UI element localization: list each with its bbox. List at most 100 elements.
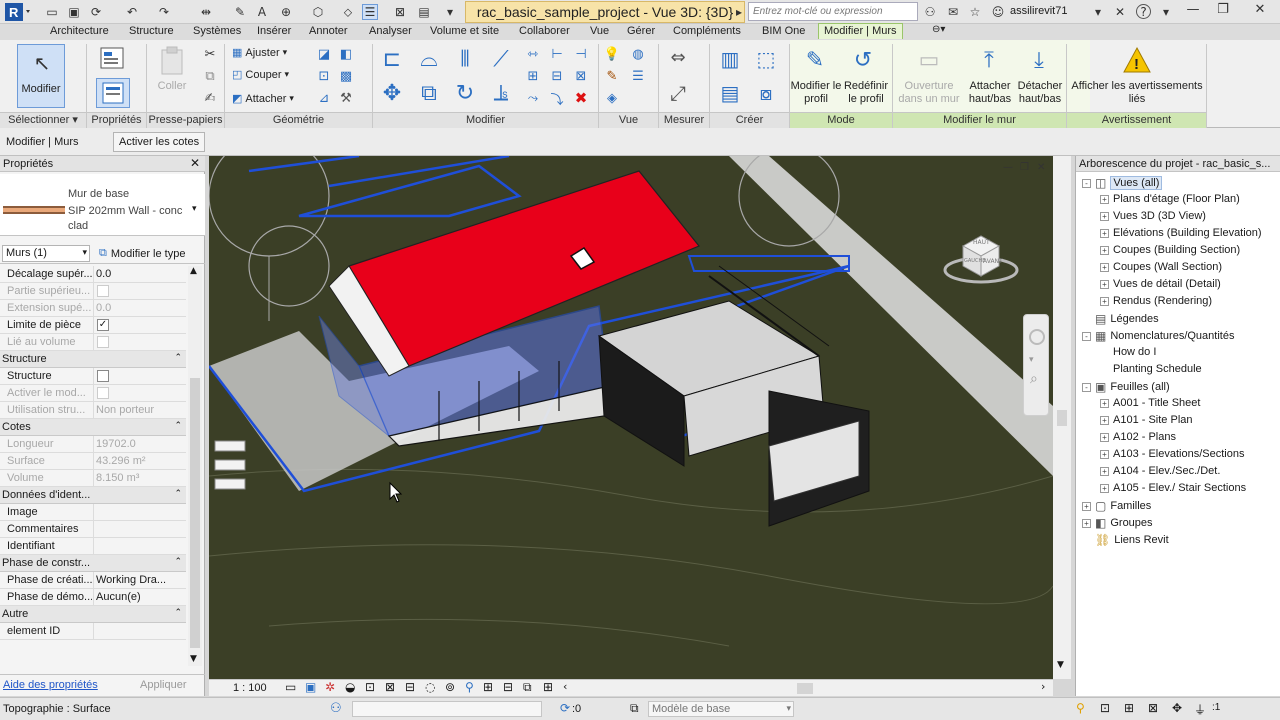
tab-annotate[interactable]: Annoter	[309, 25, 348, 37]
group-select-label[interactable]: Sélectionner ▾	[0, 112, 86, 128]
property-value[interactable]: 43.296 m²	[93, 453, 186, 469]
property-value[interactable]	[93, 504, 186, 520]
edit-type-button[interactable]: ⧉ Modifier le type	[96, 245, 188, 262]
cope-button[interactable]: ▦ Ajuster ▾	[232, 46, 287, 60]
expand-icon[interactable]: +	[1100, 449, 1109, 459]
thin-lines-icon[interactable]: ☰	[362, 4, 378, 20]
viewcube[interactable]: HAUT GAUCHE AVANT	[941, 228, 1021, 288]
attach-top-base-label[interactable]: Attacher haut/bas	[962, 80, 1018, 106]
trim-multi-icon[interactable]: ⤳	[524, 90, 542, 106]
checkbox[interactable]	[97, 336, 109, 348]
browser-item[interactable]: + Plans d'étage (Floor Plan)	[1100, 193, 1240, 205]
browser-item[interactable]: + A102 - Plans	[1100, 431, 1176, 443]
property-value[interactable]: 8.150 m³	[93, 470, 186, 486]
tab-architecture[interactable]: Architecture	[50, 25, 109, 37]
collapse-icon[interactable]: -	[1082, 178, 1091, 188]
array-icon[interactable]: ⊞	[524, 68, 542, 84]
worksets-icon[interactable]: ⚇	[330, 701, 342, 716]
browser-item[interactable]: - ◫ Vues (all)	[1082, 176, 1163, 190]
vscroll-thumb[interactable]	[1057, 410, 1067, 426]
collapse-icon[interactable]: -	[1082, 382, 1091, 392]
property-section[interactable]: Phase de constr... ⌃	[0, 555, 186, 572]
wall-opening-label[interactable]: Ouverture dans un mur	[896, 80, 962, 106]
detach-top-base-icon[interactable]: ⤓	[1024, 46, 1054, 74]
expand-icon[interactable]: +	[1100, 415, 1109, 425]
view-scale[interactable]: 1 : 100	[233, 682, 267, 694]
qat-dropdown-icon[interactable]: ▾	[442, 4, 458, 20]
property-section[interactable]: Cotes ⌃	[0, 419, 186, 436]
close-icon[interactable]: ✕	[1242, 0, 1278, 18]
title-dropdown-icon[interactable]: ▸	[731, 4, 747, 20]
element-filter-select[interactable]: Murs (1) ▾	[2, 245, 90, 262]
activate-dimensions-button[interactable]: Activer les cotes	[113, 132, 206, 152]
expand-icon[interactable]: +	[1100, 194, 1109, 204]
browser-item[interactable]: - ▣ Feuilles (all)	[1082, 380, 1170, 394]
scroll-down-icon[interactable]: ▼	[190, 654, 197, 664]
align-dim-icon[interactable]: ✎	[232, 4, 248, 20]
mirror-axis-icon[interactable]: ⫴	[450, 46, 480, 72]
search-input[interactable]: Entrez mot-clé ou expression	[748, 2, 918, 21]
active-workset-select[interactable]	[352, 701, 542, 717]
type-properties-icon[interactable]	[96, 46, 130, 72]
redo-icon[interactable]: ↷	[156, 4, 172, 20]
browser-item[interactable]: + A105 - Elev./ Stair Sections	[1100, 482, 1246, 494]
override-graphics-icon[interactable]: ◍	[630, 46, 646, 62]
property-value[interactable]: Aucun(e)	[93, 589, 186, 605]
wall-joins-icon[interactable]: ⊡	[316, 68, 332, 84]
expand-icon[interactable]: +	[1100, 245, 1109, 255]
collapse-icon[interactable]: -	[1082, 331, 1091, 341]
browser-item[interactable]: + ◧ Groupes	[1082, 516, 1153, 530]
collapse-chevron-icon[interactable]: ⌃	[174, 352, 182, 363]
create-group-icon[interactable]: ⬚	[752, 46, 780, 72]
wall-opening-icon[interactable]: ▭	[914, 46, 944, 74]
browser-item[interactable]: + Rendus (Rendering)	[1100, 295, 1212, 307]
help-dropdown-icon[interactable]: ▾	[1158, 4, 1174, 20]
tab-analyze[interactable]: Analyser	[369, 25, 412, 37]
user-dropdown-icon[interactable]: ▾	[1090, 4, 1106, 20]
property-value[interactable]	[93, 538, 186, 554]
rotate-icon[interactable]: ↻	[450, 80, 480, 106]
view-minimize-icon[interactable]: —	[1003, 162, 1013, 173]
browser-item[interactable]: + A001 - Title Sheet	[1100, 397, 1200, 409]
sun-path-icon[interactable]: ✲	[325, 680, 335, 694]
trim-extend-icon[interactable]: ⫡	[486, 80, 516, 106]
binoculars-icon[interactable]: ⚇	[922, 4, 938, 20]
editing-requests-icon[interactable]: ⟳	[560, 701, 570, 715]
attach-top-base-icon[interactable]: ⤒	[974, 46, 1004, 74]
split-gap-icon[interactable]: ⊢	[548, 46, 566, 62]
property-value[interactable]	[93, 623, 186, 639]
mirror-draw-icon[interactable]: ⟋	[486, 46, 516, 72]
ribbon-minimize-icon[interactable]: ⊖▾	[932, 24, 945, 35]
match-type-icon[interactable]: ✍	[202, 90, 218, 106]
browser-item[interactable]: ▤ Légendes	[1082, 312, 1159, 326]
temp-hide-icon[interactable]: ◌	[425, 680, 435, 694]
browser-item[interactable]: + Elévations (Building Elevation)	[1100, 227, 1262, 239]
cut-geometry-button[interactable]: ◰ Couper ▾	[232, 68, 289, 82]
property-value[interactable]	[93, 334, 186, 350]
linework-icon[interactable]: ✎	[604, 68, 620, 84]
constraints-icon[interactable]: ⊞	[543, 680, 553, 694]
paste-icon[interactable]	[155, 46, 189, 76]
scroll-up-icon[interactable]: ▲	[190, 266, 197, 276]
bulb-icon[interactable]: ⚲	[465, 680, 474, 694]
tab-systems[interactable]: Systèmes	[193, 25, 241, 37]
collapse-chevron-icon[interactable]: ⌃	[174, 488, 182, 499]
browser-item[interactable]: + ▢ Familles	[1082, 499, 1151, 513]
user-name[interactable]: assilirevit71	[1010, 5, 1067, 17]
copy-icon[interactable]: ⧉	[202, 68, 218, 84]
tab-bim-one[interactable]: BIM One	[762, 25, 805, 37]
tab-massing-site[interactable]: Volume et site	[430, 25, 499, 37]
design-options-icon[interactable]: ⧉	[630, 701, 639, 716]
expand-icon[interactable]: +	[1100, 432, 1109, 442]
save-icon[interactable]: ▣	[66, 4, 82, 20]
viewport-vertical-scrollbar[interactable]: ▼	[1053, 156, 1071, 679]
browser-item[interactable]: + A104 - Elev./Sec./Det.	[1100, 465, 1220, 477]
view-close-icon[interactable]: ✕	[1037, 162, 1045, 173]
close-hidden-icon[interactable]: ⊠	[392, 4, 408, 20]
crop-view-icon[interactable]: ⊡	[365, 680, 375, 694]
hscroll-right-icon[interactable]: ›	[1041, 680, 1045, 693]
join-roof-icon[interactable]: ◪	[316, 46, 332, 62]
drag-elements-icon[interactable]: ✥	[1172, 701, 1182, 715]
property-value[interactable]: 0.0	[93, 300, 186, 316]
browser-item[interactable]: Planting Schedule	[1100, 363, 1202, 375]
